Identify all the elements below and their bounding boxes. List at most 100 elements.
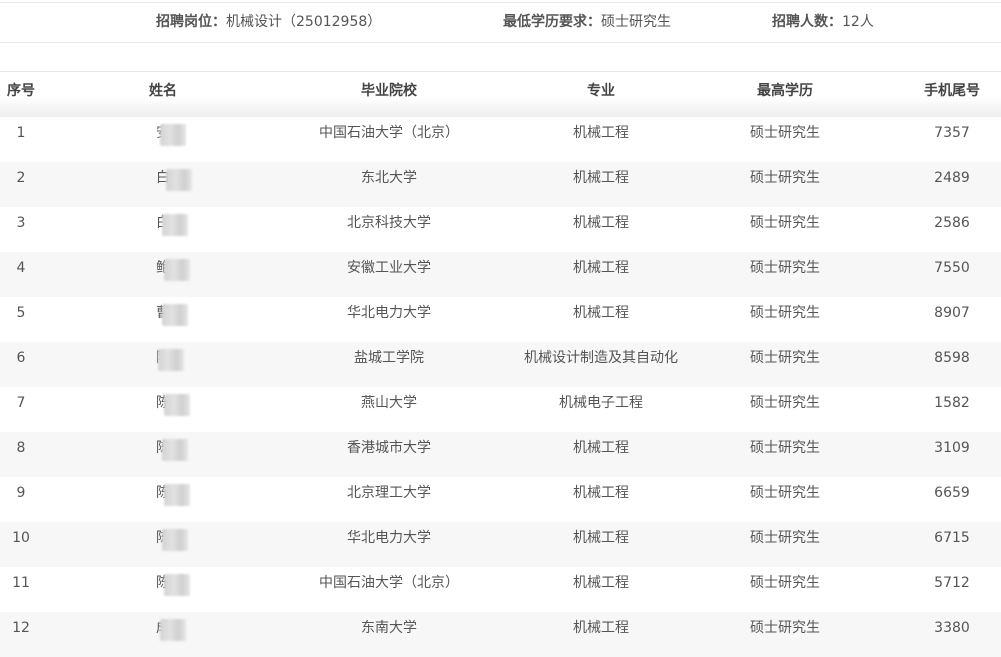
cell-index: 2 bbox=[16, 170, 26, 186]
name-redaction-mask bbox=[162, 529, 188, 551]
header-phone: 手机尾号 bbox=[924, 83, 980, 99]
cell-name: 白 bbox=[100, 162, 226, 207]
cell-school: 盐城工学院 bbox=[354, 350, 424, 366]
cell-phone: 3109 bbox=[934, 440, 970, 456]
cell-phone: 8598 bbox=[934, 350, 970, 366]
cell-phone: 7550 bbox=[934, 260, 970, 276]
table-row: 11 陈 中国石油大学（北京） 机械工程 硕士研究生 5712 bbox=[0, 567, 1001, 612]
table-row: 12 成 东南大学 机械工程 硕士研究生 3380 bbox=[0, 612, 1001, 657]
cell-name: 陈 bbox=[100, 432, 226, 477]
cell-phone: 8907 bbox=[934, 305, 970, 321]
table-row: 10 陈 华北电力大学 机械工程 硕士研究生 6715 bbox=[0, 522, 1001, 567]
cell-school: 东南大学 bbox=[361, 620, 417, 636]
name-redaction-mask bbox=[162, 214, 188, 236]
cell-index: 10 bbox=[12, 530, 30, 546]
header-name: 姓名 bbox=[149, 83, 177, 99]
table-row: 6 陈 盐城工学院 机械设计制造及其自动化 硕士研究生 8598 bbox=[0, 342, 1001, 387]
cell-major: 机械工程 bbox=[573, 575, 629, 591]
cell-degree: 硕士研究生 bbox=[750, 485, 820, 501]
cell-school: 北京科技大学 bbox=[347, 215, 431, 231]
header-index: 序号 bbox=[7, 83, 35, 99]
cell-index: 1 bbox=[16, 125, 26, 141]
cell-degree: 硕士研究生 bbox=[750, 575, 820, 591]
cell-phone: 1582 bbox=[934, 395, 970, 411]
name-redaction-mask bbox=[164, 394, 190, 416]
hire-count-label: 招聘人数： bbox=[772, 14, 842, 30]
name-redaction-mask bbox=[164, 259, 190, 281]
cell-name: 陈 bbox=[100, 522, 226, 567]
cell-name: 安 bbox=[100, 117, 226, 162]
cell-name: 陈 bbox=[100, 567, 226, 612]
cell-school: 东北大学 bbox=[361, 170, 417, 186]
cell-degree: 硕士研究生 bbox=[750, 440, 820, 456]
cell-major: 机械工程 bbox=[573, 260, 629, 276]
min-education-label: 最低学历要求： bbox=[503, 14, 601, 30]
cell-phone: 2586 bbox=[934, 215, 970, 231]
cell-school: 华北电力大学 bbox=[347, 305, 431, 321]
job-position-value: 机械设计（25012958） bbox=[226, 14, 382, 30]
table-row: 9 陈 北京理工大学 机械工程 硕士研究生 6659 bbox=[0, 477, 1001, 522]
name-redaction-mask bbox=[160, 124, 186, 146]
table-row: 1 安 中国石油大学（北京） 机械工程 硕士研究生 7357 bbox=[0, 117, 1001, 162]
cell-school: 中国石油大学（北京） bbox=[319, 575, 459, 591]
header-school: 毕业院校 bbox=[361, 83, 417, 99]
hire-count-value: 12人 bbox=[842, 14, 874, 30]
cell-major: 机械设计制造及其自动化 bbox=[524, 350, 678, 366]
cell-major: 机械工程 bbox=[573, 170, 629, 186]
cell-major: 机械工程 bbox=[573, 485, 629, 501]
cell-index: 7 bbox=[16, 395, 26, 411]
cell-index: 11 bbox=[12, 575, 30, 591]
cell-major: 机械工程 bbox=[573, 125, 629, 141]
table-row: 8 陈 香港城市大学 机械工程 硕士研究生 3109 bbox=[0, 432, 1001, 477]
hire-count: 招聘人数：12人 bbox=[772, 3, 874, 42]
table-row: 5 曹 华北电力大学 机械工程 硕士研究生 8907 bbox=[0, 297, 1001, 342]
cell-school: 香港城市大学 bbox=[347, 440, 431, 456]
cell-degree: 硕士研究生 bbox=[750, 305, 820, 321]
cell-phone: 3380 bbox=[934, 620, 970, 636]
cell-name: 陈 bbox=[100, 342, 226, 387]
cell-degree: 硕士研究生 bbox=[750, 170, 820, 186]
cell-index: 9 bbox=[16, 485, 26, 501]
cell-index: 3 bbox=[16, 215, 26, 231]
cell-school: 北京理工大学 bbox=[347, 485, 431, 501]
cell-major: 机械工程 bbox=[573, 440, 629, 456]
cell-school: 华北电力大学 bbox=[347, 530, 431, 546]
cell-index: 6 bbox=[16, 350, 26, 366]
name-redaction-mask bbox=[166, 169, 192, 191]
table-header: 序号 姓名 毕业院校 专业 最高学历 手机尾号 bbox=[0, 71, 1001, 117]
cell-degree: 硕士研究生 bbox=[750, 260, 820, 276]
table-row: 7 陈 燕山大学 机械电子工程 硕士研究生 1582 bbox=[0, 387, 1001, 432]
header-degree: 最高学历 bbox=[757, 83, 813, 99]
name-redaction-mask bbox=[160, 619, 186, 641]
cell-index: 8 bbox=[16, 440, 26, 456]
min-education: 最低学历要求：硕士研究生 bbox=[503, 3, 671, 42]
name-redaction-mask bbox=[164, 484, 190, 506]
table-row: 2 白 东北大学 机械工程 硕士研究生 2489 bbox=[0, 162, 1001, 207]
name-redaction-mask bbox=[158, 349, 184, 371]
job-info-bar: 招聘岗位：机械设计（25012958） 最低学历要求：硕士研究生 招聘人数：12… bbox=[0, 2, 1001, 43]
cell-name: 白 bbox=[100, 207, 226, 252]
cell-name: 陈 bbox=[100, 477, 226, 522]
cell-phone: 6659 bbox=[934, 485, 970, 501]
cell-degree: 硕士研究生 bbox=[750, 215, 820, 231]
cell-major: 机械工程 bbox=[573, 620, 629, 636]
cell-index: 4 bbox=[16, 260, 26, 276]
name-redaction-mask bbox=[164, 574, 190, 596]
cell-degree: 硕士研究生 bbox=[750, 125, 820, 141]
cell-index: 12 bbox=[12, 620, 30, 636]
cell-phone: 5712 bbox=[934, 575, 970, 591]
cell-school: 燕山大学 bbox=[361, 395, 417, 411]
cell-name: 曹 bbox=[100, 297, 226, 342]
cell-degree: 硕士研究生 bbox=[750, 350, 820, 366]
min-education-value: 硕士研究生 bbox=[601, 14, 671, 30]
cell-name: 鲍 bbox=[100, 252, 226, 297]
cell-degree: 硕士研究生 bbox=[750, 395, 820, 411]
cell-index: 5 bbox=[16, 305, 26, 321]
cell-phone: 6715 bbox=[934, 530, 970, 546]
job-position: 招聘岗位：机械设计（25012958） bbox=[156, 3, 381, 42]
table-body: 1安中国石油大学（北京）机械工程硕士研究生73572白东北大学机械工程硕士研究生… bbox=[0, 117, 1001, 657]
candidate-table: 序号 姓名 毕业院校 专业 最高学历 手机尾号 1 安中国石油大学（北京） 机械工程… bbox=[0, 71, 1001, 657]
cell-phone: 7357 bbox=[934, 125, 970, 141]
cell-phone: 2489 bbox=[934, 170, 970, 186]
cell-name: 陈 bbox=[100, 387, 226, 432]
